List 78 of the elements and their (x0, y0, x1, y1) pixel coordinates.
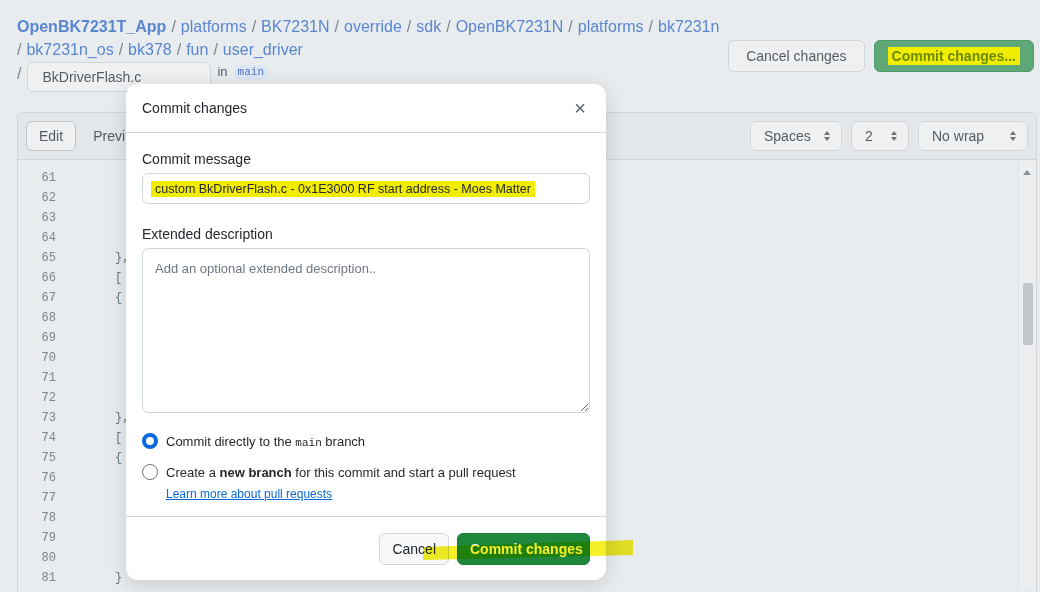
editor-tab[interactable]: Previ (80, 121, 139, 151)
sort-icon (890, 130, 898, 142)
line-number: 65 (40, 251, 56, 265)
folder-link[interactable]: fun (186, 41, 209, 59)
code-text: { (115, 451, 123, 465)
sort-icon (823, 130, 831, 142)
line-number: 62 (40, 191, 56, 205)
line-number: 78 (40, 511, 56, 525)
line-number: 73 (40, 411, 56, 425)
commit-button[interactable]: Commit changes... (873, 40, 1034, 72)
repository-link[interactable]: OpenBK7231T_App (17, 18, 167, 36)
line-number: 64 (40, 231, 56, 245)
editor-tab[interactable]: Edit (26, 121, 77, 151)
line-number: 67 (40, 291, 56, 305)
field-label: Commit message (142, 151, 252, 167)
line-number: 76 (40, 471, 56, 485)
scrollbar[interactable] (1018, 160, 1036, 588)
code-text: }, (115, 411, 130, 425)
folder-link[interactable]: OpenBK7231N (455, 18, 564, 36)
branch-label: main (233, 65, 268, 80)
code-text: }, (115, 251, 130, 265)
sort-icon (1009, 130, 1017, 142)
path-separator: / (17, 41, 22, 59)
radio-button[interactable] (142, 433, 158, 449)
line-number: 80 (40, 551, 56, 565)
field-label: Extended description (142, 226, 274, 242)
folder-link[interactable]: override (344, 18, 402, 36)
dialog-title: Commit changes (142, 100, 248, 116)
code-text: } (115, 571, 123, 585)
path-separator: / (176, 41, 182, 59)
path-separator: / (446, 18, 451, 36)
radio-button[interactable] (142, 464, 158, 480)
line-number: 68 (40, 311, 56, 325)
folder-link[interactable]: bk7231n_os (26, 41, 114, 59)
option-text: Create a new branch for this commit and start a pull request Learn more about pull requests (166, 464, 517, 503)
option-select[interactable]: No wrap (918, 121, 1028, 151)
code-text: [ (115, 431, 123, 445)
line-number: 75 (40, 451, 56, 465)
option-select[interactable]: Spaces (750, 121, 842, 151)
path-separator: / (213, 41, 218, 59)
folder-link[interactable]: platforms (180, 18, 247, 36)
line-number: 79 (40, 531, 56, 545)
path-separator: / (568, 18, 573, 36)
folder-link[interactable]: sdk (416, 18, 442, 36)
line-number: 61 (40, 171, 56, 185)
path-separator: / (17, 65, 22, 83)
path-separator: / (406, 18, 412, 36)
line-number: 72 (40, 391, 56, 405)
line-number: 66 (40, 271, 56, 285)
folder-link[interactable]: bk7231n (658, 18, 720, 36)
option-text: Commit directly to the main branch (166, 433, 366, 451)
path-separator: / (648, 18, 653, 36)
code-text: { (115, 291, 123, 305)
line-number: 77 (40, 491, 56, 505)
line-number: 74 (40, 431, 56, 445)
scroll-up-icon[interactable] (1023, 170, 1031, 175)
learn-more-link[interactable]: Learn more about pull requests (166, 487, 333, 501)
folder-link[interactable]: user_driver (222, 41, 303, 59)
path-separator: / (334, 18, 340, 36)
option-select[interactable]: 2 (851, 121, 909, 151)
path-separator: / (171, 18, 176, 36)
code-text: [ (115, 271, 123, 285)
close-button[interactable]: × (570, 96, 590, 120)
line-number: 81 (40, 571, 56, 585)
folder-link[interactable]: bk378 (128, 41, 172, 59)
path-separator: / (118, 41, 124, 59)
commit-message-field[interactable]: custom BkDriverFlash.c - 0x1E3000 RF start address - Moes Matter (142, 173, 590, 204)
line-number: 63 (40, 211, 56, 225)
folder-link[interactable]: BK7231N (261, 18, 330, 36)
line-number: 71 (40, 371, 56, 385)
scrollbar-thumb[interactable] (1023, 283, 1033, 345)
line-number: 70 (40, 351, 56, 365)
description-field[interactable]: Add an optional extended description.. (142, 248, 590, 413)
cancel-button[interactable]: Cancel changes (728, 40, 865, 72)
branch-prefix: in (217, 65, 228, 79)
line-number: 69 (40, 331, 56, 345)
folder-link[interactable]: platforms (577, 18, 644, 36)
path-separator: / (251, 18, 257, 36)
